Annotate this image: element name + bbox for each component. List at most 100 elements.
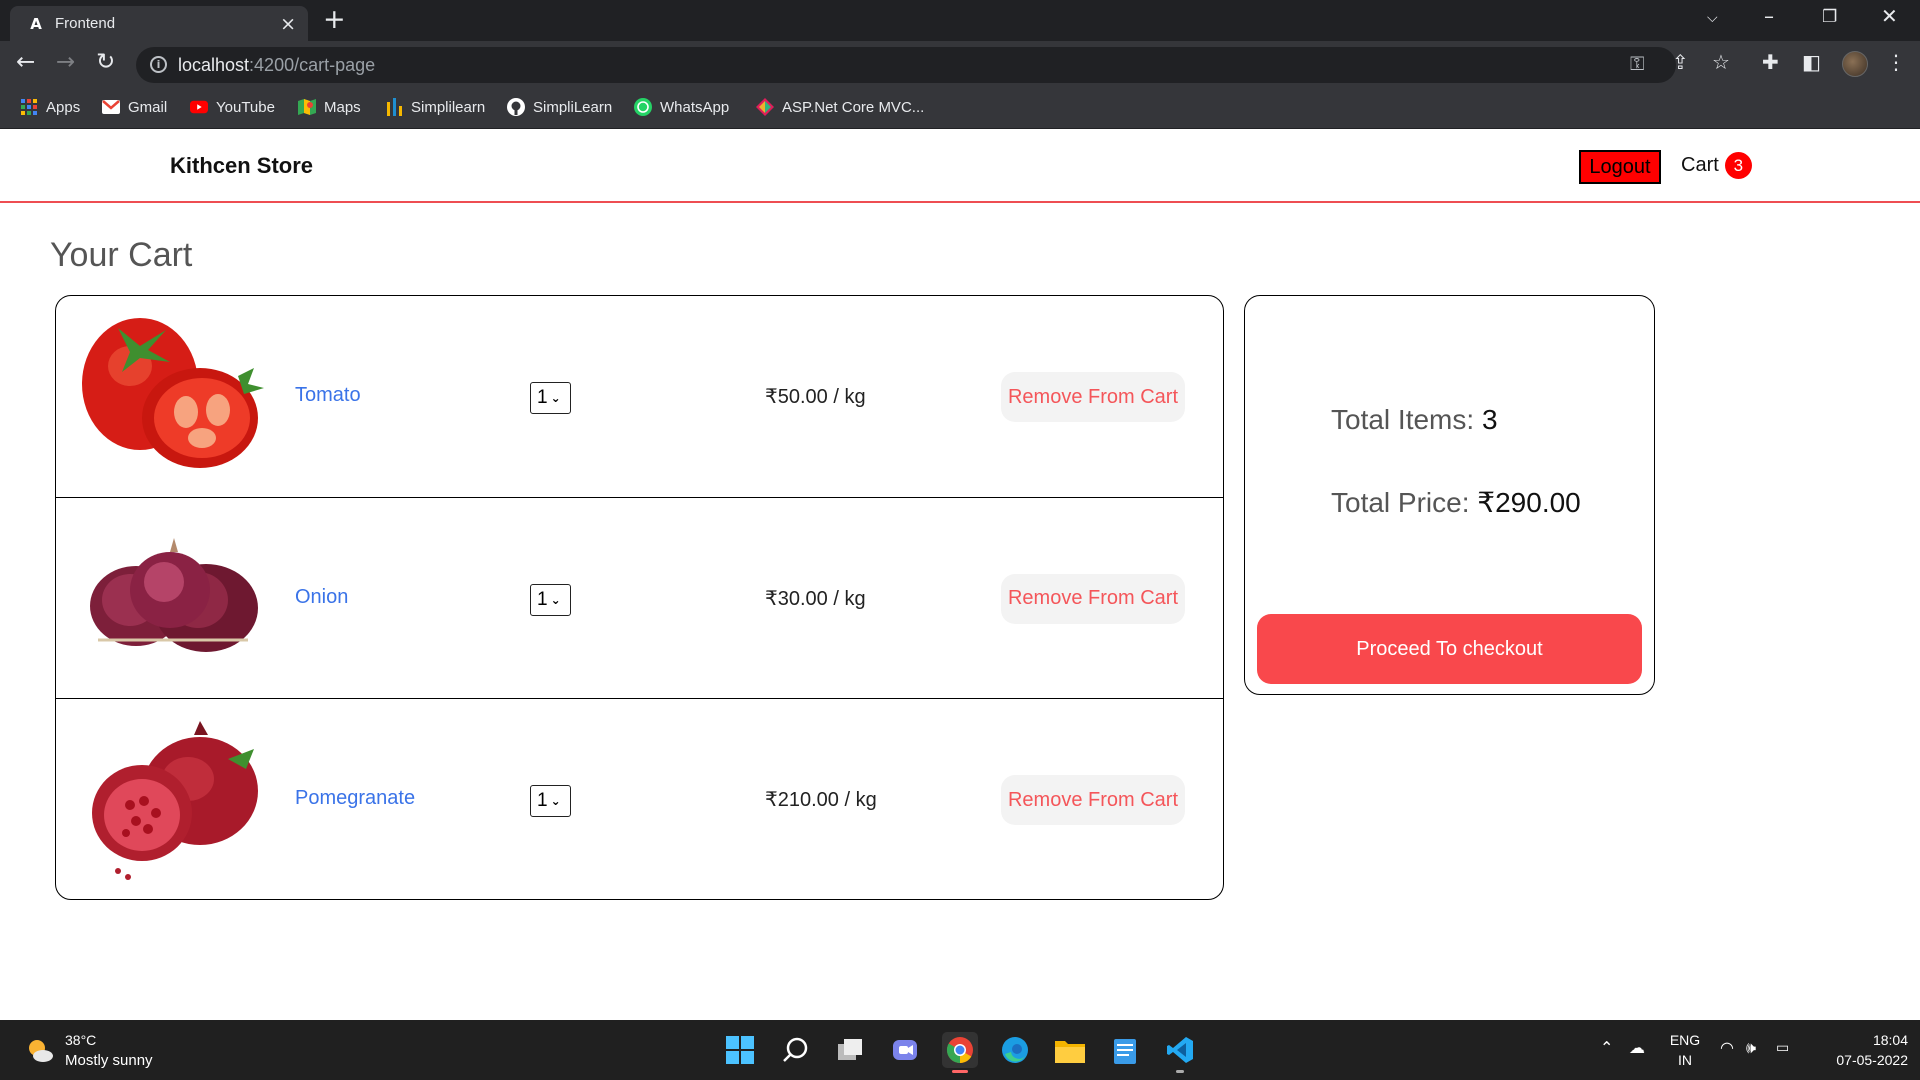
minimize-icon[interactable]: – [1764, 4, 1774, 28]
search-icon [783, 1037, 808, 1062]
app-navbar: Kithcen Store Logout Cart 3 [0, 129, 1920, 203]
logout-button[interactable]: Logout [1579, 150, 1661, 184]
windows-taskbar: 38°C Mostly sunny ⌃ ☁ ENG IN ◠ 🕪 ▭ 18:04… [0, 1020, 1920, 1080]
item-name-link[interactable]: Tomato [295, 384, 361, 407]
maps-icon [298, 98, 316, 116]
browser-tab[interactable]: A Frontend × [10, 6, 308, 41]
extensions-icon[interactable]: ✚ [1762, 50, 1779, 74]
site-info-icon[interactable]: i [150, 56, 167, 73]
chrome-icon [946, 1037, 973, 1064]
volume-icon[interactable]: 🕪 [1746, 1038, 1756, 1058]
url-text[interactable]: localhost:4200/cart-page [178, 55, 375, 76]
browser-toolbar: ← → ↻ i localhost:4200/cart-page ⚿ ⇪ ☆ ✚… [0, 41, 1920, 88]
windows-start-icon [726, 1036, 754, 1064]
weather-description[interactable]: Mostly sunny [65, 1052, 153, 1069]
quantity-select[interactable]: 1 ⌄ [530, 785, 571, 817]
key-icon[interactable]: ⚿ [1630, 53, 1644, 75]
chevron-up-icon[interactable]: ⌃ [1600, 1038, 1613, 1057]
side-panel-icon[interactable]: ◧ [1802, 50, 1821, 74]
clock-time[interactable]: 18:04 [1810, 1032, 1908, 1048]
bookmark-simplilearn-github[interactable]: SimpliLearn [507, 98, 612, 116]
browser-tabstrip: A Frontend × + ⌵ – ❐ ✕ [0, 0, 1920, 41]
bookmark-apps[interactable]: Apps [20, 98, 80, 116]
remove-from-cart-button[interactable]: Remove From Cart [1001, 372, 1185, 422]
tab-search-icon[interactable]: ⌵ [1707, 10, 1718, 26]
github-icon [507, 98, 525, 116]
notepad-button[interactable] [1107, 1032, 1143, 1068]
gmail-icon [102, 98, 120, 116]
quantity-select[interactable]: 1 ⌄ [530, 382, 571, 414]
onedrive-cloud-icon[interactable]: ☁ [1629, 1038, 1645, 1057]
brand-title[interactable]: Kithcen Store [170, 153, 313, 179]
bookmark-label: SimpliLearn [533, 98, 613, 116]
new-tab-icon[interactable]: + [323, 4, 346, 35]
close-tab-icon[interactable]: × [280, 13, 296, 35]
simplilearn-icon [385, 98, 403, 116]
onion-image [90, 537, 258, 652]
cart-row: Tomato 1 ⌄ ₹50.00 / kg Remove From Cart [56, 296, 1223, 498]
total-items-label: Total Items: [1331, 404, 1475, 435]
bookmark-whatsapp[interactable]: WhatsApp [634, 98, 729, 116]
aspnet-icon [756, 98, 774, 116]
total-price: Total Price: ₹290.00 [1331, 486, 1581, 519]
cart-count-badge: 3 [1724, 152, 1752, 179]
edge-taskbar-button[interactable] [997, 1032, 1033, 1068]
wifi-icon[interactable]: ◠ [1720, 1038, 1734, 1057]
menu-dots-icon[interactable]: ⋮ [1886, 50, 1906, 74]
start-button[interactable] [722, 1032, 758, 1068]
bookmark-youtube[interactable]: YouTube [190, 98, 275, 116]
chrome-taskbar-button[interactable] [942, 1032, 978, 1073]
tab-title: Frontend [55, 15, 116, 32]
forward-icon[interactable]: → [56, 49, 75, 75]
edge-icon [1002, 1037, 1028, 1063]
total-items: Total Items: 3 [1331, 404, 1498, 436]
bookmark-star-icon[interactable]: ☆ [1712, 50, 1730, 74]
back-icon[interactable]: ← [16, 49, 35, 75]
tomato-image [82, 318, 264, 468]
page-title: Your Cart [50, 236, 193, 274]
quantity-select[interactable]: 1 ⌄ [530, 583, 571, 616]
file-explorer-button[interactable] [1052, 1032, 1088, 1068]
chevron-down-icon: ⌄ [550, 592, 561, 607]
bookmarks-bar: Apps Gmail YouTube Maps Simplilearn Simp… [0, 88, 1920, 129]
item-price: ₹30.00 / kg [765, 587, 866, 610]
bookmark-label: ASP.Net Core MVC... [782, 98, 925, 116]
whatsapp-icon [634, 98, 652, 116]
total-price-value: ₹290.00 [1477, 487, 1581, 518]
share-icon[interactable]: ⇪ [1672, 50, 1689, 74]
restore-icon[interactable]: ❐ [1822, 7, 1837, 27]
bookmark-aspnet[interactable]: ASP.Net Core MVC... [756, 98, 924, 116]
quantity-value: 1 [537, 588, 548, 610]
pomegranate-image [92, 721, 258, 880]
profile-avatar[interactable] [1842, 51, 1868, 77]
teams-chat-button[interactable] [887, 1032, 923, 1068]
task-view-button[interactable] [832, 1032, 868, 1068]
address-bar[interactable]: i localhost:4200/cart-page ⚿ [136, 47, 1676, 83]
cart-label: Cart [1681, 154, 1719, 176]
vscode-button[interactable] [1162, 1032, 1198, 1073]
bookmark-label: Gmail [128, 98, 168, 116]
item-name-link[interactable]: Onion [295, 586, 348, 609]
youtube-icon [190, 98, 208, 116]
angular-icon: A [30, 15, 42, 33]
remove-from-cart-button[interactable]: Remove From Cart [1001, 775, 1185, 825]
cart-link[interactable]: Cart 3 [1681, 152, 1752, 179]
language-region[interactable]: IN [1668, 1052, 1702, 1068]
cart-items-table: Tomato 1 ⌄ ₹50.00 / kg Remove From Cart … [55, 295, 1224, 900]
remove-from-cart-button[interactable]: Remove From Cart [1001, 573, 1185, 624]
notepad-icon [1114, 1039, 1136, 1064]
reload-icon[interactable]: ↻ [96, 49, 115, 75]
bookmark-maps[interactable]: Maps [298, 98, 361, 116]
language-code[interactable]: ENG [1668, 1032, 1702, 1048]
quantity-value: 1 [537, 790, 548, 811]
bookmark-simplilearn[interactable]: Simplilearn [385, 98, 485, 116]
bookmark-gmail[interactable]: Gmail [102, 98, 167, 116]
battery-icon[interactable]: ▭ [1776, 1040, 1789, 1056]
item-name-link[interactable]: Pomegranate [295, 787, 415, 810]
close-window-icon[interactable]: ✕ [1881, 4, 1898, 28]
weather-sunny-icon[interactable] [25, 1036, 55, 1066]
clock-date[interactable]: 07-05-2022 [1810, 1052, 1908, 1068]
search-button[interactable] [777, 1032, 813, 1068]
weather-temperature[interactable]: 38°C [65, 1032, 96, 1048]
proceed-to-checkout-button[interactable]: Proceed To checkout [1257, 614, 1642, 684]
